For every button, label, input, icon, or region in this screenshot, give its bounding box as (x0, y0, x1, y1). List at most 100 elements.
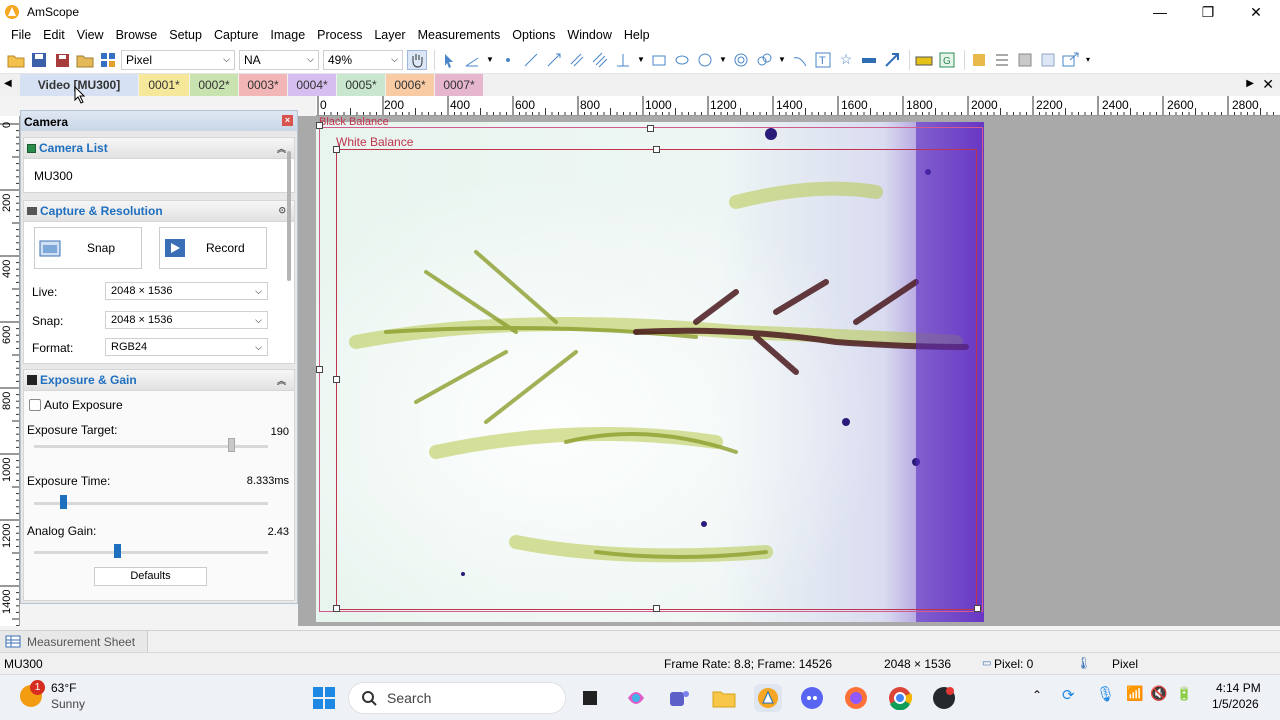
chevron-down-icon[interactable]: ▼ (777, 50, 787, 70)
magnification-icon[interactable] (969, 50, 989, 70)
pan-hand-icon[interactable] (407, 49, 427, 70)
scale-bar-icon[interactable] (859, 50, 879, 70)
ellipse-icon[interactable] (672, 50, 692, 70)
taskbar-search[interactable]: Search (348, 682, 566, 714)
arrow-line-icon[interactable] (544, 50, 564, 70)
align-icon[interactable] (992, 50, 1012, 70)
menu-window[interactable]: Window (561, 28, 617, 42)
export-icon[interactable] (1061, 50, 1081, 70)
auto-exposure-checkbox[interactable] (29, 399, 41, 411)
multi-lines-icon[interactable] (590, 50, 610, 70)
clock-date[interactable]: 1/5/2026 (1212, 697, 1259, 711)
tab-scroll-left-icon[interactable]: ◀ (4, 78, 12, 89)
analog-gain-slider[interactable] (34, 551, 268, 554)
minimize-button[interactable]: — (1136, 0, 1184, 24)
resize-handle[interactable] (653, 146, 660, 153)
arc-icon[interactable] (790, 50, 810, 70)
star-icon[interactable]: ☆ (836, 50, 856, 70)
panel-scrollbar[interactable] (287, 151, 291, 281)
menu-browse[interactable]: Browse (110, 28, 164, 42)
open-folder-icon[interactable] (6, 50, 26, 70)
maximize-button[interactable]: ❐ (1184, 0, 1232, 24)
microphone-icon[interactable]: 🎙 (1096, 685, 1115, 703)
close-tab-icon[interactable]: ✕ (1262, 76, 1274, 93)
menu-help[interactable]: Help (618, 28, 656, 42)
file-explorer-icon[interactable] (710, 684, 738, 712)
layer-g-icon[interactable]: G (937, 50, 957, 70)
chevron-down-icon[interactable]: ▼ (485, 50, 495, 70)
tab-0001[interactable]: 0001* (139, 74, 189, 96)
na-select[interactable]: NA ⌵ (239, 49, 319, 70)
menu-view[interactable]: View (71, 28, 110, 42)
collapse-icon[interactable]: ⊙ (278, 205, 286, 216)
tab-0007[interactable]: 0007* (435, 74, 483, 96)
sync-icon[interactable]: ⟳ (1062, 686, 1075, 704)
calibration-icon[interactable] (914, 50, 934, 70)
angle-icon[interactable] (462, 50, 482, 70)
menu-capture[interactable]: Capture (208, 28, 264, 42)
exposure-gain-header[interactable]: Exposure & Gain ︽ (23, 369, 295, 391)
perpendicular-icon[interactable] (613, 50, 633, 70)
volume-mute-icon[interactable]: 🔇 (1150, 685, 1167, 702)
format-select[interactable]: RGB24 ⌵ (105, 338, 268, 356)
snap-resolution-select[interactable]: 2048 × 1536 ⌵ (105, 311, 268, 329)
tab-0005[interactable]: 0005* (337, 74, 385, 96)
copilot-icon[interactable] (622, 684, 650, 712)
analog-gain-thumb[interactable] (114, 544, 121, 558)
zoom-select[interactable]: 49% ⌵ (323, 49, 403, 70)
white-balance-roi[interactable] (336, 149, 977, 610)
menu-layer[interactable]: Layer (368, 28, 411, 42)
resize-handle[interactable] (647, 125, 654, 132)
battery-icon[interactable]: 🔋 (1176, 686, 1192, 702)
measurement-sheet-tab[interactable]: Measurement Sheet (0, 631, 148, 652)
point-icon[interactable] (498, 50, 518, 70)
two-circles-icon[interactable] (754, 50, 774, 70)
panel-close-icon[interactable]: × (282, 115, 293, 126)
windows-start-icon[interactable] (310, 684, 338, 712)
concentric-circle-icon[interactable] (731, 50, 751, 70)
capture-resolution-header[interactable]: Capture & Resolution ⊙ (23, 200, 295, 222)
save-all-icon[interactable] (52, 50, 72, 70)
save-icon[interactable] (29, 50, 49, 70)
resize-handle[interactable] (653, 605, 660, 612)
select-arrow-icon[interactable] (439, 50, 459, 70)
sheet-icon[interactable] (1038, 50, 1058, 70)
menu-image[interactable]: Image (264, 28, 311, 42)
browse-folder-icon[interactable] (75, 50, 95, 70)
exposure-target-thumb[interactable] (228, 438, 235, 452)
parallel-lines-icon[interactable] (567, 50, 587, 70)
amscope-taskbar-icon[interactable] (754, 684, 782, 712)
grid-icon[interactable] (98, 50, 118, 70)
collapse-icon[interactable]: ︽ (277, 142, 286, 155)
overlay-icon[interactable] (1015, 50, 1035, 70)
exposure-time-thumb[interactable] (60, 495, 67, 509)
chevron-down-icon[interactable]: ▼ (718, 50, 728, 70)
menu-file[interactable]: File (5, 28, 37, 42)
menu-measurements[interactable]: Measurements (412, 28, 507, 42)
resize-handle[interactable] (333, 376, 340, 383)
camera-list-item[interactable]: MU300 (34, 169, 73, 183)
image-canvas[interactable]: Black Balance White Balance (298, 116, 1280, 626)
line-icon[interactable] (521, 50, 541, 70)
firefox-icon[interactable] (842, 684, 870, 712)
tab-0003[interactable]: 0003* (239, 74, 287, 96)
resize-handle[interactable] (333, 605, 340, 612)
chevron-down-icon[interactable]: ▼ (636, 50, 646, 70)
teams-icon[interactable] (665, 684, 693, 712)
task-view-icon[interactable] (576, 684, 604, 712)
clock-time[interactable]: 4:14 PM (1216, 681, 1261, 695)
resize-handle[interactable] (316, 122, 323, 129)
unit-select[interactable]: Pixel ⌵ (121, 49, 235, 70)
live-resolution-select[interactable]: 2048 × 1536 ⌵ (105, 282, 268, 300)
menu-edit[interactable]: Edit (37, 28, 71, 42)
chrome-icon[interactable] (886, 684, 914, 712)
snap-button[interactable]: Snap (34, 227, 142, 269)
tab-0002[interactable]: 0002* (190, 74, 238, 96)
collapse-icon[interactable]: ︽ (277, 374, 286, 387)
tab-0004[interactable]: 0004* (288, 74, 336, 96)
camera-list-header[interactable]: Camera List ︽ (23, 137, 295, 159)
wifi-icon[interactable]: 📶 (1126, 685, 1143, 702)
exposure-time-slider[interactable] (34, 502, 268, 505)
tab-scroll-right-icon[interactable]: ▶ (1246, 78, 1254, 89)
tab-0006[interactable]: 0006* (386, 74, 434, 96)
